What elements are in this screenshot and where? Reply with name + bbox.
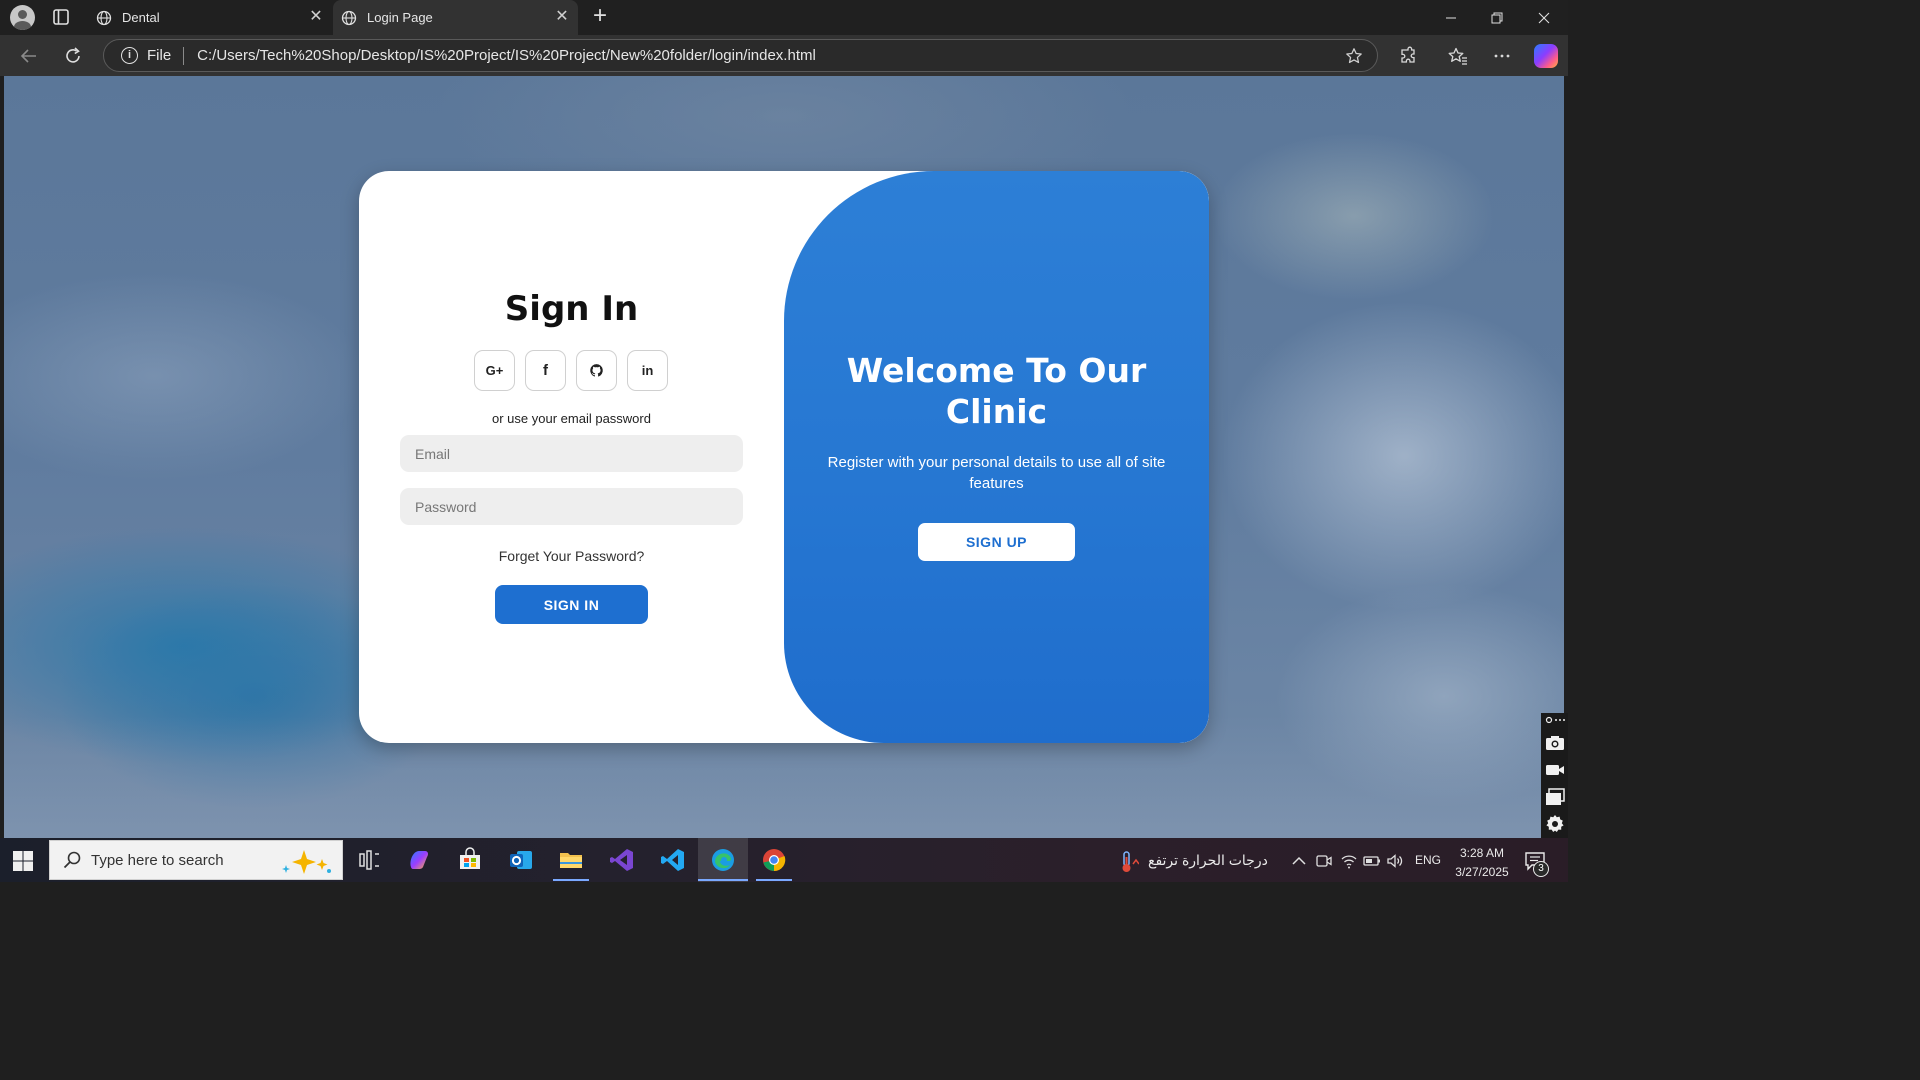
url-text[interactable]: C:/Users/Tech%20Shop/Desktop/IS%20Projec… xyxy=(197,47,816,64)
chrome-running-indicator xyxy=(756,879,792,881)
linkedin-button[interactable]: in xyxy=(627,350,668,391)
minimize-icon[interactable] xyxy=(1428,0,1474,35)
info-icon[interactable]: i xyxy=(121,47,138,64)
close-tab-icon[interactable]: ✕ xyxy=(308,9,324,25)
task-view-icon[interactable] xyxy=(356,847,382,873)
settings-gear-icon[interactable] xyxy=(1545,814,1565,834)
email-hint: or use your email password xyxy=(492,411,651,426)
clock-time: 3:28 AM xyxy=(1459,846,1505,860)
sparkle-icon xyxy=(282,850,331,874)
email-field[interactable] xyxy=(400,435,743,472)
welcome-panel: Welcome To Our Clinic Register with your… xyxy=(784,171,1209,743)
profile-avatar-icon[interactable] xyxy=(10,5,35,30)
github-icon xyxy=(590,364,603,377)
close-window-icon[interactable] xyxy=(1521,0,1567,35)
address-divider xyxy=(183,46,185,65)
search-placeholder: Type here to search xyxy=(91,851,224,869)
visual-studio-icon[interactable] xyxy=(609,847,635,873)
tab-login-page[interactable]: Login Page ✕ xyxy=(333,0,578,35)
microsoft-store-icon[interactable] xyxy=(457,847,483,873)
edge-icon[interactable] xyxy=(710,847,736,873)
more-options-icon[interactable] xyxy=(1489,43,1515,69)
browser-titlebar: Dental ✕ Login Page ✕ + xyxy=(0,0,1568,35)
scheme-label: File xyxy=(147,47,172,64)
file-explorer-icon[interactable] xyxy=(558,847,584,873)
globe-icon xyxy=(341,10,357,25)
chrome-icon[interactable] xyxy=(761,847,787,873)
copilot-icon[interactable] xyxy=(1534,44,1558,68)
tab-title: Login Page xyxy=(367,10,433,25)
tab-dental[interactable]: Dental ✕ xyxy=(88,0,332,35)
welcome-text: Register with your personal details to u… xyxy=(827,454,1166,492)
new-tab-icon[interactable]: + xyxy=(588,4,612,29)
meet-now-icon[interactable] xyxy=(1315,852,1333,870)
google-plus-button[interactable]: G+ xyxy=(474,350,515,391)
back-icon[interactable] xyxy=(16,43,42,69)
weather-text[interactable]: درجات الحرارة ترتفع xyxy=(1148,852,1268,869)
facebook-icon: f xyxy=(543,362,548,379)
search-icon xyxy=(63,851,81,869)
explorer-running-indicator xyxy=(553,879,589,881)
edge-running-indicator xyxy=(698,879,748,881)
video-record-icon[interactable] xyxy=(1545,760,1565,780)
close-tab-icon[interactable]: ✕ xyxy=(554,9,570,25)
notification-count-badge: 3 xyxy=(1533,861,1549,877)
clock-date: 3/27/2025 xyxy=(1455,865,1509,879)
restore-icon[interactable] xyxy=(1474,0,1520,35)
input-language[interactable]: ENG xyxy=(1415,853,1441,867)
tab-actions-icon[interactable] xyxy=(50,6,72,28)
gallery-icon[interactable] xyxy=(1545,787,1565,807)
volume-icon[interactable] xyxy=(1386,852,1404,870)
chevron-up-icon[interactable] xyxy=(1290,852,1308,870)
tab-title: Dental xyxy=(122,10,160,25)
windows-start-icon[interactable] xyxy=(12,850,34,872)
extensions-icon[interactable] xyxy=(1395,43,1421,69)
taskbar: Type here to search درجات الحرارة ترتفع … xyxy=(0,838,1568,882)
favorite-star-icon[interactable] xyxy=(1345,47,1363,65)
taskbar-search[interactable]: Type here to search xyxy=(49,840,343,880)
favorites-icon[interactable] xyxy=(1445,43,1471,69)
clock[interactable]: 3:28 AM 3/27/2025 xyxy=(1452,844,1512,882)
google-plus-icon: G+ xyxy=(485,363,504,378)
signin-button[interactable]: SIGN IN xyxy=(495,585,648,624)
password-field[interactable] xyxy=(400,488,743,525)
github-button[interactable] xyxy=(576,350,617,391)
capture-toolbar xyxy=(1541,713,1568,839)
wifi-icon[interactable] xyxy=(1340,852,1358,870)
linkedin-icon: in xyxy=(641,363,654,378)
battery-icon[interactable] xyxy=(1363,852,1381,870)
vs-code-icon[interactable] xyxy=(660,847,686,873)
signup-button[interactable]: SIGN UP xyxy=(918,523,1075,561)
globe-icon xyxy=(96,10,112,25)
facebook-button[interactable]: f xyxy=(525,350,566,391)
social-login-buttons: G+ f in xyxy=(474,350,669,391)
refresh-icon[interactable] xyxy=(60,43,86,69)
address-bar[interactable]: i File C:/Users/Tech%20Shop/Desktop/IS%2… xyxy=(103,39,1378,72)
signin-panel: Sign In G+ f in or use your email passwo… xyxy=(359,171,784,743)
signin-title: Sign In xyxy=(504,289,639,329)
copilot-app-icon[interactable] xyxy=(406,847,432,873)
outlook-icon[interactable] xyxy=(508,847,534,873)
camera-icon[interactable] xyxy=(1545,733,1565,753)
browser-toolbar: i File C:/Users/Tech%20Shop/Desktop/IS%2… xyxy=(0,35,1568,76)
login-card: Sign In G+ f in or use your email passwo… xyxy=(359,171,1209,743)
page-viewport: Sign In G+ f in or use your email passwo… xyxy=(4,76,1564,838)
forgot-password-link[interactable]: Forget Your Password? xyxy=(359,548,784,564)
thermometer-icon xyxy=(1122,851,1139,872)
welcome-title: Welcome To Our Clinic xyxy=(846,351,1147,431)
capture-more-icon[interactable] xyxy=(1545,715,1565,725)
